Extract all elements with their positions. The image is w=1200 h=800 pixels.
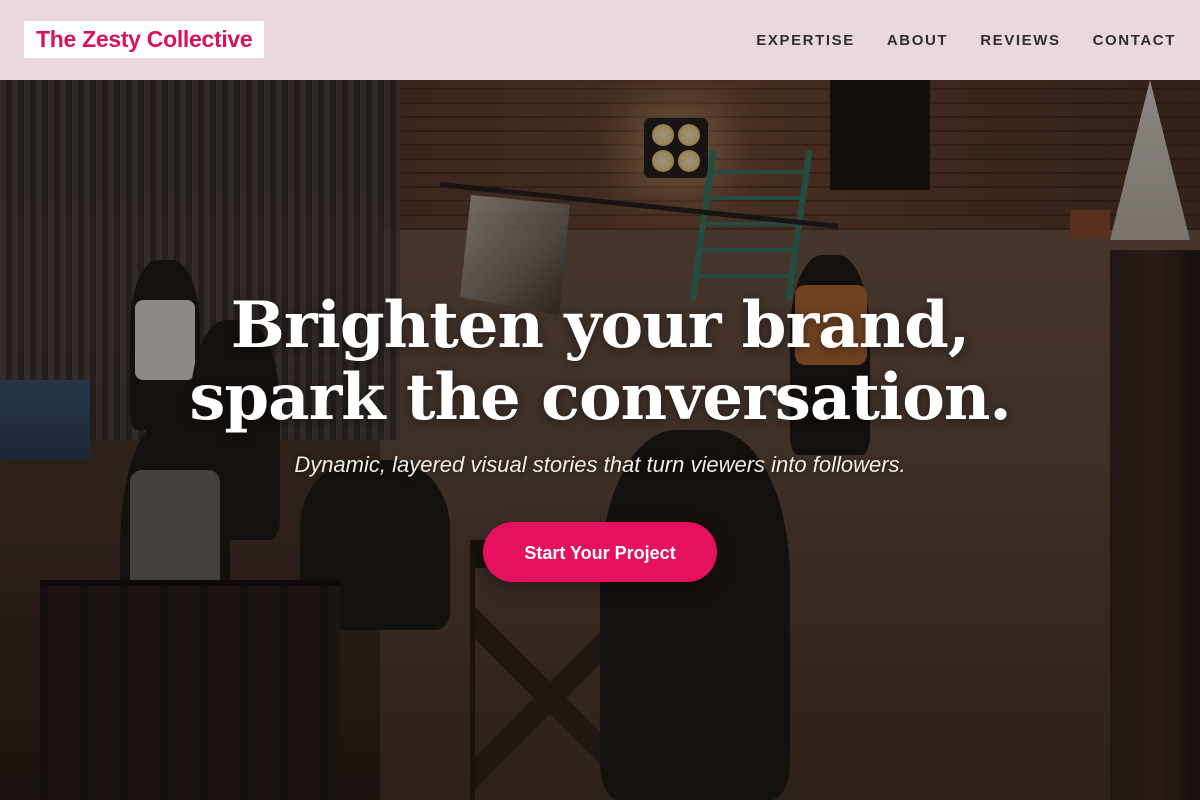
nav-link-expertise[interactable]: EXPERTISE bbox=[756, 32, 855, 49]
hero-section: Brighten your brand, spark the conversat… bbox=[0, 290, 1200, 582]
brand-logo-link[interactable]: The Zesty Collective bbox=[24, 21, 265, 58]
hero-headline-line-2: spark the conversation. bbox=[189, 360, 1011, 435]
start-project-button[interactable]: Start Your Project bbox=[483, 522, 717, 582]
hero-subheadline: Dynamic, layered visual stories that tur… bbox=[294, 452, 906, 477]
nav-link-contact[interactable]: CONTACT bbox=[1093, 32, 1176, 49]
nav-link-about[interactable]: ABOUT bbox=[887, 32, 948, 49]
hero-headline: Brighten your brand, spark the conversat… bbox=[0, 290, 1200, 434]
landing-page: The Zesty Collective EXPERTISE ABOUT REV… bbox=[0, 0, 1200, 800]
hero-headline-line-1: Brighten your brand, bbox=[230, 288, 970, 363]
main-nav: EXPERTISE ABOUT REVIEWS CONTACT bbox=[756, 0, 1176, 80]
nav-link-reviews[interactable]: REVIEWS bbox=[980, 32, 1060, 49]
site-header: The Zesty Collective EXPERTISE ABOUT REV… bbox=[0, 0, 1200, 80]
